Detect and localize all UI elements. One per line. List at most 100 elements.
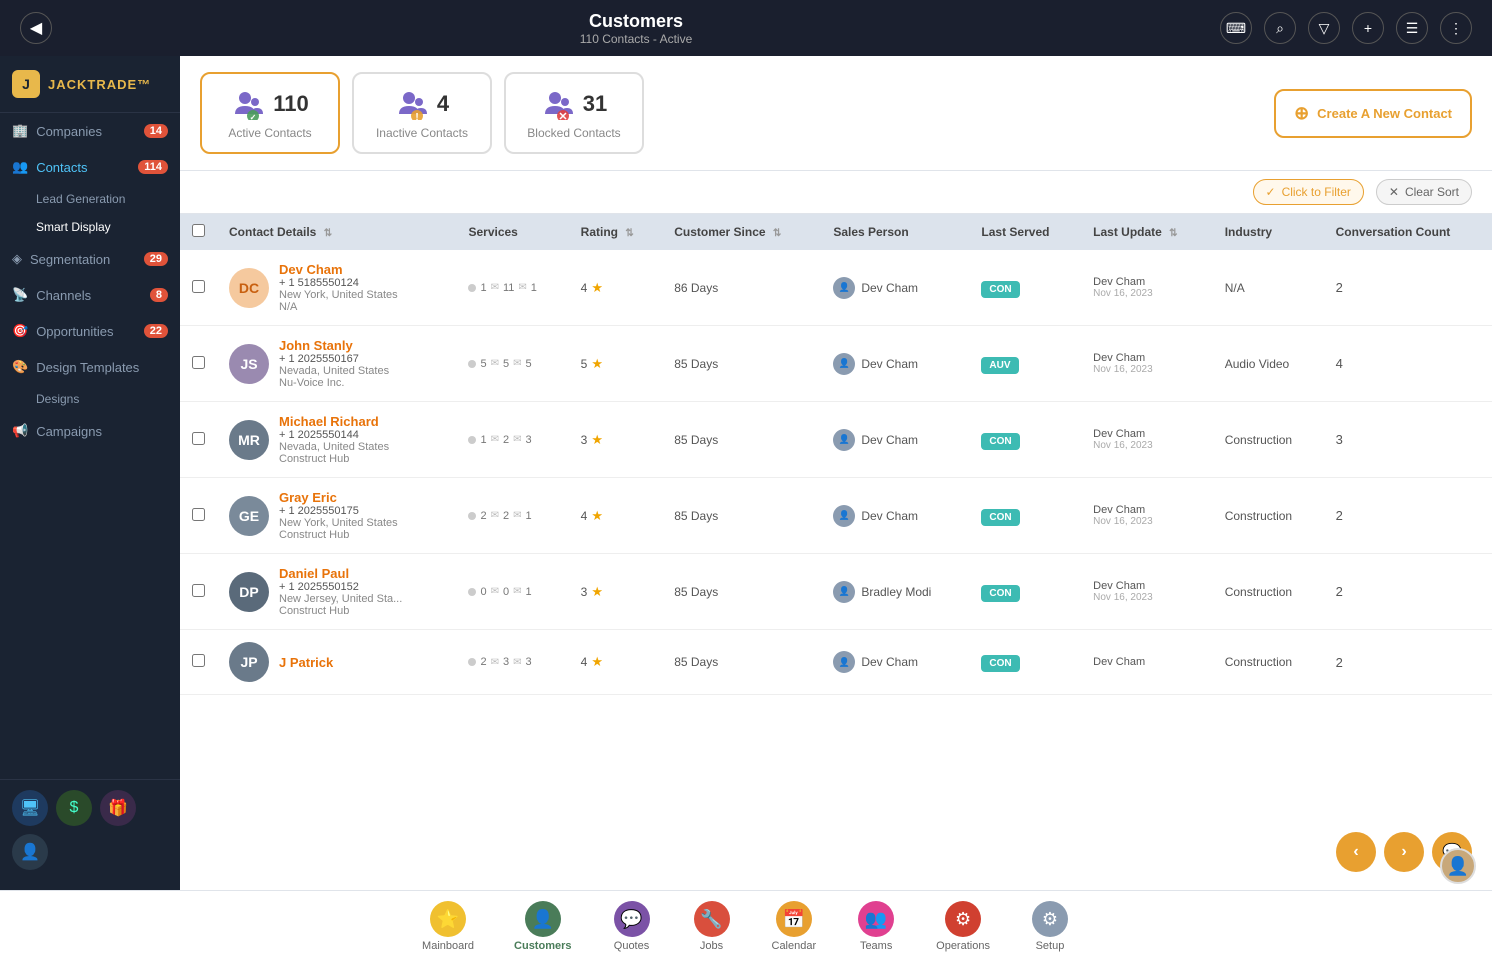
table-row[interactable]: GE Gray Eric + 1 2025550175 New York, Un… bbox=[180, 478, 1492, 554]
contact-name[interactable]: J Patrick bbox=[279, 655, 333, 670]
select-all-checkbox[interactable] bbox=[192, 224, 205, 237]
prev-page-button[interactable]: ‹ bbox=[1336, 832, 1376, 872]
contact-phone: + 1 5185550124 bbox=[279, 277, 398, 289]
list-icon[interactable]: ☰ bbox=[1396, 12, 1428, 44]
sidebar-item-contacts[interactable]: 👥 Contacts 114 bbox=[0, 149, 180, 185]
row-checkbox[interactable] bbox=[192, 584, 205, 597]
contact-location: New York, United States bbox=[279, 289, 398, 301]
sp-avatar: 👤 bbox=[833, 277, 855, 299]
operations-icon: ⚙ bbox=[945, 901, 981, 937]
keyboard-icon[interactable]: ⌨ bbox=[1220, 12, 1252, 44]
jobs-icon: 🔧 bbox=[694, 901, 730, 937]
sidebar-bottom-gift-icon[interactable]: 🎁 bbox=[100, 790, 136, 826]
days-badge: 85 Days bbox=[674, 357, 809, 371]
nav-setup[interactable]: ⚙ Setup bbox=[1010, 893, 1090, 960]
row-checkbox[interactable] bbox=[192, 508, 205, 521]
row-checkbox-cell[interactable] bbox=[180, 630, 217, 695]
contact-phone: + 1 2025550175 bbox=[279, 505, 398, 517]
sidebar-bottom-users-icon[interactable]: 👤 bbox=[12, 834, 48, 870]
contact-phone: + 1 2025550152 bbox=[279, 581, 402, 593]
customers-label: Customers bbox=[514, 940, 571, 952]
row-checkbox[interactable] bbox=[192, 280, 205, 293]
contact-company: N/A bbox=[279, 301, 398, 313]
active-contacts-card[interactable]: ✓ 110 Active Contacts bbox=[200, 72, 340, 154]
row-checkbox-cell[interactable] bbox=[180, 250, 217, 326]
services-cell: 1 ✉ 2 ✉ 3 bbox=[468, 434, 556, 446]
update-by: Dev Cham bbox=[1093, 352, 1201, 364]
star-icon: ★ bbox=[591, 508, 603, 524]
search-icon[interactable]: ⌕ bbox=[1264, 12, 1296, 44]
contact-name[interactable]: Daniel Paul bbox=[279, 566, 402, 581]
logo-icon: J bbox=[12, 70, 40, 98]
contact-name[interactable]: Michael Richard bbox=[279, 414, 389, 429]
sidebar-item-design-templates[interactable]: 🎨 Design Templates bbox=[0, 349, 180, 385]
last-served-cell: CON bbox=[969, 478, 1081, 554]
last-served-tag: CON bbox=[981, 655, 1019, 672]
clear-sort-x-icon: ✕ bbox=[1389, 185, 1399, 199]
sidebar-item-segmentation[interactable]: ◈ Segmentation 29 bbox=[0, 241, 180, 277]
sidebar-item-smart-display[interactable]: Smart Display bbox=[0, 213, 180, 241]
nav-operations[interactable]: ⚙ Operations bbox=[916, 893, 1010, 960]
create-contact-button[interactable]: ⊕ Create A New Contact bbox=[1274, 89, 1472, 138]
table-row[interactable]: DC Dev Cham + 1 5185550124 New York, Uni… bbox=[180, 250, 1492, 326]
table-row[interactable]: JP J Patrick 2 ✉ 3 ✉ 3 4 ★ 85 Days bbox=[180, 630, 1492, 695]
row-checkbox-cell[interactable] bbox=[180, 554, 217, 630]
logo-text: JACKTRADE™ bbox=[48, 77, 151, 92]
sidebar-item-designs[interactable]: Designs bbox=[0, 385, 180, 413]
contact-phone: + 1 2025550167 bbox=[279, 353, 389, 365]
next-page-button[interactable]: › bbox=[1384, 832, 1424, 872]
inactive-contacts-card[interactable]: ! 4 Inactive Contacts bbox=[352, 72, 492, 154]
row-checkbox[interactable] bbox=[192, 432, 205, 445]
sales-person-cell: 👤 Dev Cham bbox=[821, 630, 969, 695]
contact-name[interactable]: John Stanly bbox=[279, 338, 389, 353]
nav-calendar[interactable]: 📅 Calendar bbox=[752, 893, 837, 960]
contact-name[interactable]: Gray Eric bbox=[279, 490, 398, 505]
update-date: Nov 16, 2023 bbox=[1093, 440, 1201, 451]
table-row[interactable]: MR Michael Richard + 1 2025550144 Nevada… bbox=[180, 402, 1492, 478]
sp-name: Dev Cham bbox=[861, 655, 918, 669]
sidebar-bottom-dollar-icon[interactable]: $ bbox=[56, 790, 92, 826]
sidebar-bottom-monitor-icon[interactable]: 🖥 bbox=[12, 790, 48, 826]
row-checkbox[interactable] bbox=[192, 356, 205, 369]
click-to-filter-button[interactable]: ✓ Click to Filter bbox=[1253, 179, 1364, 205]
campaigns-icon: 📢 bbox=[12, 423, 28, 439]
table-row[interactable]: JS John Stanly + 1 2025550167 Nevada, Un… bbox=[180, 326, 1492, 402]
contacts-table-wrapper: Contact Details ⇅ Services Rating ⇅ Cust… bbox=[180, 214, 1492, 890]
sidebar-item-channels[interactable]: 📡 Channels 8 bbox=[0, 277, 180, 313]
days-badge: 86 Days bbox=[674, 281, 809, 295]
select-all-header[interactable] bbox=[180, 214, 217, 250]
conv-count: 3 bbox=[1336, 432, 1343, 447]
sidebar-item-lead-generation[interactable]: Lead Generation bbox=[0, 185, 180, 213]
contact-details-cell: JS John Stanly + 1 2025550167 Nevada, Un… bbox=[217, 326, 456, 402]
rating-cell: 4 ★ bbox=[569, 630, 663, 695]
user-profile-corner[interactable]: 👤 bbox=[1440, 848, 1476, 884]
col-sales-person: Sales Person bbox=[821, 214, 969, 250]
col-industry: Industry bbox=[1213, 214, 1324, 250]
back-button[interactable]: ◀ bbox=[20, 12, 52, 44]
nav-jobs[interactable]: 🔧 Jobs bbox=[672, 893, 752, 960]
filter-icon[interactable]: ▽ bbox=[1308, 12, 1340, 44]
row-checkbox-cell[interactable] bbox=[180, 326, 217, 402]
sidebar-item-opportunities[interactable]: 🎯 Opportunities 22 bbox=[0, 313, 180, 349]
row-checkbox[interactable] bbox=[192, 654, 205, 667]
blocked-contacts-card[interactable]: 31 Blocked Contacts bbox=[504, 72, 644, 154]
nav-mainboard[interactable]: ⭐ Mainboard bbox=[402, 893, 494, 960]
table-row[interactable]: DP Daniel Paul + 1 2025550152 New Jersey… bbox=[180, 554, 1492, 630]
nav-teams[interactable]: 👥 Teams bbox=[836, 893, 916, 960]
sp-avatar: 👤 bbox=[833, 581, 855, 603]
clear-sort-button[interactable]: ✕ Clear Sort bbox=[1376, 179, 1472, 205]
contact-phone: + 1 2025550144 bbox=[279, 429, 389, 441]
channels-icon: 📡 bbox=[12, 287, 28, 303]
contact-name[interactable]: Dev Cham bbox=[279, 262, 398, 277]
row-checkbox-cell[interactable] bbox=[180, 478, 217, 554]
more-icon[interactable]: ⋮ bbox=[1440, 12, 1472, 44]
nav-customers[interactable]: 👤 Customers bbox=[494, 893, 591, 960]
sidebar-item-companies[interactable]: 🏢 Companies 14 bbox=[0, 113, 180, 149]
add-icon[interactable]: + bbox=[1352, 12, 1384, 44]
sidebar-item-campaigns[interactable]: 📢 Campaigns bbox=[0, 413, 180, 449]
calendar-label: Calendar bbox=[772, 940, 817, 952]
contact-avatar: DP bbox=[229, 572, 269, 612]
row-checkbox-cell[interactable] bbox=[180, 402, 217, 478]
nav-quotes[interactable]: 💬 Quotes bbox=[592, 893, 672, 960]
customer-since-cell: 85 Days bbox=[662, 402, 821, 478]
